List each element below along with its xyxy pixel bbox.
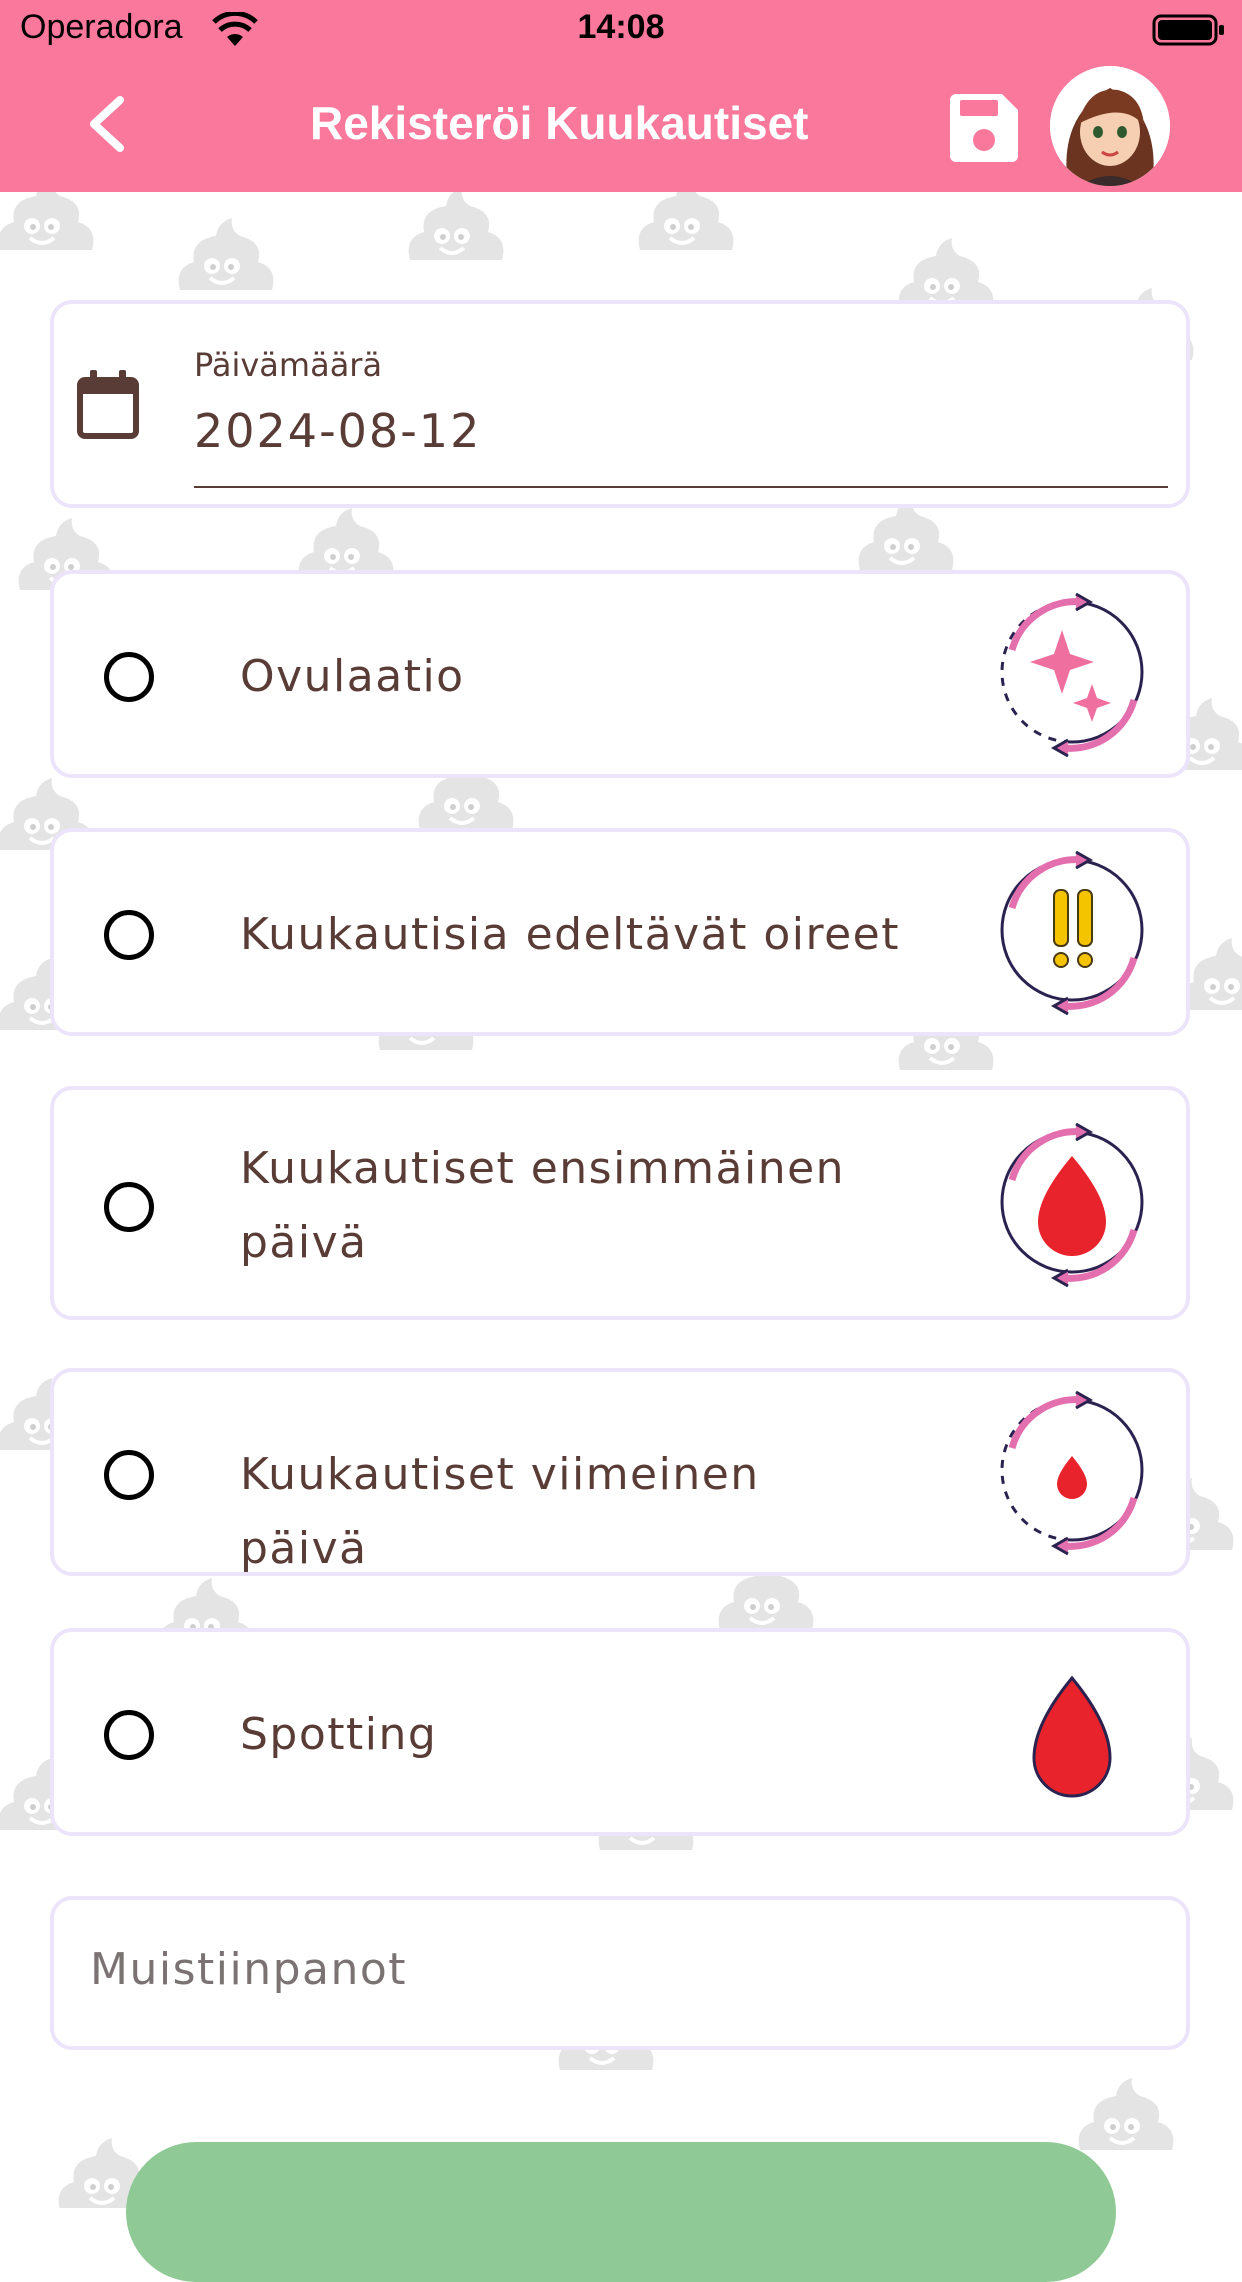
page-title: Rekisteröi Kuukautiset bbox=[310, 97, 809, 149]
battery-icon bbox=[1152, 14, 1224, 46]
calendar-icon bbox=[77, 370, 139, 439]
radio-button[interactable] bbox=[104, 1182, 154, 1232]
option-period-last-day[interactable]: Kuukautiset viimeinen päivä bbox=[50, 1368, 1190, 1576]
date-underline bbox=[194, 486, 1168, 488]
status-time: 14:08 bbox=[577, 8, 665, 46]
save-icon[interactable] bbox=[946, 90, 1022, 166]
radio-button[interactable] bbox=[104, 1710, 154, 1760]
option-spotting[interactable]: Spotting bbox=[50, 1628, 1190, 1836]
option-ovulation[interactable]: Ovulaatio bbox=[50, 570, 1190, 778]
option-label: Ovulaatio bbox=[240, 651, 465, 702]
date-field[interactable]: Päivämäärä 2024-08-12 bbox=[50, 300, 1190, 508]
avatar[interactable] bbox=[1050, 66, 1170, 186]
radio-button[interactable] bbox=[104, 910, 154, 960]
option-label: Spotting bbox=[240, 1709, 438, 1760]
period-first-day-drop-cycle-icon bbox=[1000, 1122, 1144, 1288]
app-bar: Operadora 14:08 Rekisteröi Kuukautiset bbox=[0, 0, 1242, 192]
option-label: Kuukautiset viimeinen päivä bbox=[240, 1449, 760, 1574]
option-period-first-day[interactable]: Kuukautiset ensimmäinen päivä bbox=[50, 1086, 1190, 1320]
radio-button[interactable] bbox=[104, 1450, 154, 1500]
status-bar: Operadora 14:08 bbox=[0, 0, 1242, 62]
date-label: Päivämäärä bbox=[194, 346, 383, 384]
ovulation-sparkle-cycle-icon bbox=[1000, 592, 1144, 758]
option-label: Kuukautiset ensimmäinen päivä bbox=[240, 1143, 846, 1268]
period-last-day-small-drop-cycle-icon bbox=[1000, 1390, 1144, 1556]
notes-field[interactable] bbox=[50, 1896, 1190, 2050]
radio-button[interactable] bbox=[104, 652, 154, 702]
submit-button[interactable] bbox=[126, 2142, 1116, 2282]
avatar-portrait-icon bbox=[1050, 66, 1170, 186]
pms-exclamation-cycle-icon bbox=[1000, 850, 1144, 1016]
option-pms-symptoms[interactable]: Kuukautisia edeltävät oireet bbox=[50, 828, 1190, 1036]
date-value[interactable]: 2024-08-12 bbox=[194, 404, 481, 458]
notes-input[interactable] bbox=[90, 1944, 1090, 1995]
blood-drop-icon bbox=[1032, 1675, 1112, 1798]
back-button[interactable] bbox=[80, 92, 140, 156]
option-label: Kuukautisia edeltävät oireet bbox=[240, 909, 900, 960]
